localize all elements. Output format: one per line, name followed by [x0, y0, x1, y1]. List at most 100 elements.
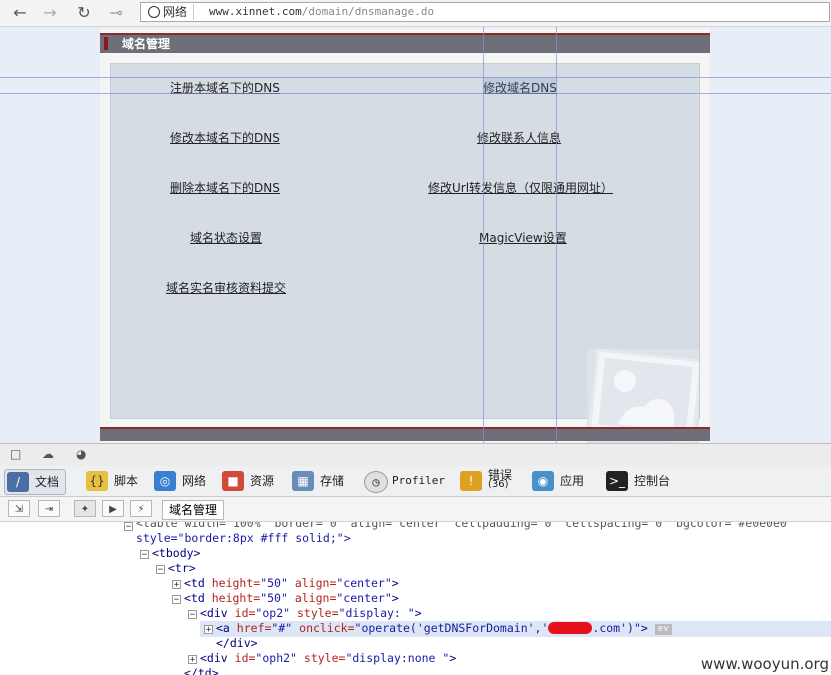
tag-end: > [414, 606, 422, 620]
event-badge[interactable]: ev [654, 624, 672, 635]
devtools-tabs: / 文档 {} 脚本 ◎ 网络 ■ 资源 ▦ 存储 ◷ Profiler ! 错… [0, 466, 831, 497]
tag-end: > [640, 621, 648, 635]
dock-toggle-icon[interactable]: ⇲ [8, 500, 30, 517]
attr-name: height= [211, 576, 261, 590]
network-icon: ◎ [154, 471, 176, 491]
collapse-toggle[interactable]: − [140, 550, 149, 560]
tab-label: 网络 [182, 474, 207, 488]
attr-value: "50" [260, 591, 288, 605]
code-line-td-close[interactable]: </td> [184, 666, 219, 675]
cloud-icon[interactable]: ☁ [42, 447, 54, 461]
tag-end: > [391, 591, 399, 605]
expand-toggle[interactable]: + [204, 625, 213, 635]
tab-label: 资源 [250, 474, 275, 488]
link-delete-dns[interactable]: 删除本域名下的DNS [170, 181, 280, 195]
tab-network[interactable]: ◎ 网络 [152, 469, 206, 493]
collapse-toggle[interactable]: − [124, 522, 133, 532]
attr-name: style= [296, 606, 339, 620]
expand-toggle[interactable]: + [172, 580, 181, 590]
tab-label: 文档 [35, 475, 60, 489]
code-line-tbody[interactable]: <tbody> [152, 546, 200, 561]
code-line-table[interactable]: <table width="100%" border="0" align="ce… [136, 522, 794, 531]
code-line-div-oph2[interactable]: <div id="oph2" style="display:none "> [200, 651, 456, 666]
code-line-div-op2[interactable]: <div id="op2" style="display: "> [200, 606, 422, 621]
tab-label: 应用 [560, 474, 585, 488]
tab-resources[interactable]: ■ 资源 [220, 469, 274, 493]
attr-name: align= [294, 591, 337, 605]
console-icon: >_ [606, 471, 628, 491]
tag-name: <td [184, 576, 205, 590]
tab-console[interactable]: >_ 控制台 [604, 469, 670, 493]
inspector-highlight [483, 77, 556, 93]
key-icon[interactable]: ⊸ [104, 3, 128, 23]
attr-name: href= [236, 621, 272, 635]
code-line-td-2[interactable]: <td height="50" align="center"> [184, 591, 399, 606]
forward-arrow-icon[interactable]: → [40, 3, 60, 23]
select-element-icon[interactable]: ✦ [74, 500, 96, 517]
inspector-guide-top [0, 77, 831, 78]
code-line-tr[interactable]: <tr> [168, 561, 196, 576]
tab-apps[interactable]: ◉ 应用 [530, 469, 584, 493]
tag-name: <td [184, 591, 205, 605]
tag-name: <a [216, 621, 230, 635]
attr-value: "#" [271, 621, 293, 635]
tab-profiler[interactable]: ◷ Profiler [362, 469, 445, 493]
collapse-toggle[interactable]: − [156, 565, 165, 575]
storage-icon: ▦ [292, 471, 314, 491]
card-footer [100, 427, 710, 441]
link-magicview[interactable]: MagicView设置 [479, 231, 567, 245]
inspector-guide-bottom [0, 93, 831, 94]
tag-end: > [449, 651, 457, 665]
devtools-subtoolbar: ⇲ ⇥ ✦ ▶ ⚡ 域名管理 [0, 497, 831, 522]
url-domain: www.xinnet.com [209, 5, 302, 18]
links-panel: 注册本域名下的DNS 修改域名DNS 修改本域名下的DNS 修改联系人信息 删除… [110, 63, 700, 451]
code-line-table-style[interactable]: style="border:8px #fff solid;"> [136, 531, 351, 546]
inspector-guide-right [556, 27, 557, 443]
inspector-guide-left [483, 27, 484, 443]
dom-tree: − <table width="100%" border="0" align="… [0, 522, 831, 675]
link-modify-contact[interactable]: 修改联系人信息 [477, 131, 561, 145]
lightning-icon[interactable]: ⚡ [130, 500, 152, 517]
warning-icon: ! [460, 471, 482, 491]
export-icon[interactable]: ⇥ [38, 500, 60, 517]
tab-label: 控制台 [634, 474, 671, 488]
url-text: www.xinnet.com/domain/dnsmanage.do [209, 5, 434, 19]
collapse-toggle[interactable]: − [172, 595, 181, 605]
error-count: (36) [488, 479, 509, 490]
reload-icon[interactable]: ↻ [74, 3, 94, 23]
stopwatch-icon: ◷ [364, 471, 388, 493]
back-arrow-icon[interactable]: ← [10, 3, 30, 23]
tab-storage[interactable]: ▦ 存储 [290, 469, 344, 493]
globe-icon [148, 6, 160, 18]
attr-name: style= [303, 651, 346, 665]
code-line-anchor[interactable]: <a href="#" onclick="operate('getDNSForD… [216, 621, 672, 636]
link-modify-url-forward[interactable]: 修改Url转发信息（仅限通用网址） [428, 181, 613, 195]
tab-errors[interactable]: ! 错误 (36) [458, 468, 512, 494]
address-bar[interactable]: 网络 www.xinnet.com/domain/dnsmanage.do [140, 2, 830, 22]
card-header: 域名管理 [100, 33, 710, 53]
documents-icon: / [7, 472, 29, 492]
dashboard-icon[interactable]: ◕ [76, 447, 86, 461]
site-info-chip[interactable]: 网络 [145, 4, 195, 20]
tag-name: <div [200, 606, 228, 620]
tab-scripts[interactable]: {} 脚本 [84, 469, 138, 493]
expand-toggle[interactable]: + [188, 655, 197, 665]
watermark: www.wooyun.org [700, 655, 829, 673]
breadcrumb[interactable]: 域名管理 [162, 500, 225, 520]
link-modify-dns[interactable]: 修改本域名下的DNS [170, 131, 280, 145]
browser-toolbar: ← → ↻ ⊸ 网络 www.xinnet.com/domain/dnsmana… [0, 0, 831, 27]
tab-label: 存储 [320, 474, 345, 488]
domain-manage-card: 域名管理 注册本域名下的DNS 修改域名DNS 修改本域名下的DNS 修改联系人… [100, 29, 710, 451]
dock-icon[interactable]: □ [10, 447, 21, 461]
collapse-toggle[interactable]: − [188, 610, 197, 620]
code-line-td-1[interactable]: <td height="50" align="center"> [184, 576, 399, 591]
attr-name: id= [234, 606, 256, 620]
link-domain-status[interactable]: 域名状态设置 [190, 231, 262, 245]
tab-documents[interactable]: / 文档 [4, 469, 67, 495]
link-realname-submit[interactable]: 域名实名审核资料提交 [166, 281, 286, 295]
code-line-div-close[interactable]: </div> [216, 636, 258, 651]
attr-value: "display: " [338, 606, 415, 620]
attr-value: "op2" [255, 606, 291, 620]
page-viewport: 域名管理 注册本域名下的DNS 修改域名DNS 修改本域名下的DNS 修改联系人… [0, 27, 831, 451]
highlight-icon[interactable]: ▶ [102, 500, 124, 517]
